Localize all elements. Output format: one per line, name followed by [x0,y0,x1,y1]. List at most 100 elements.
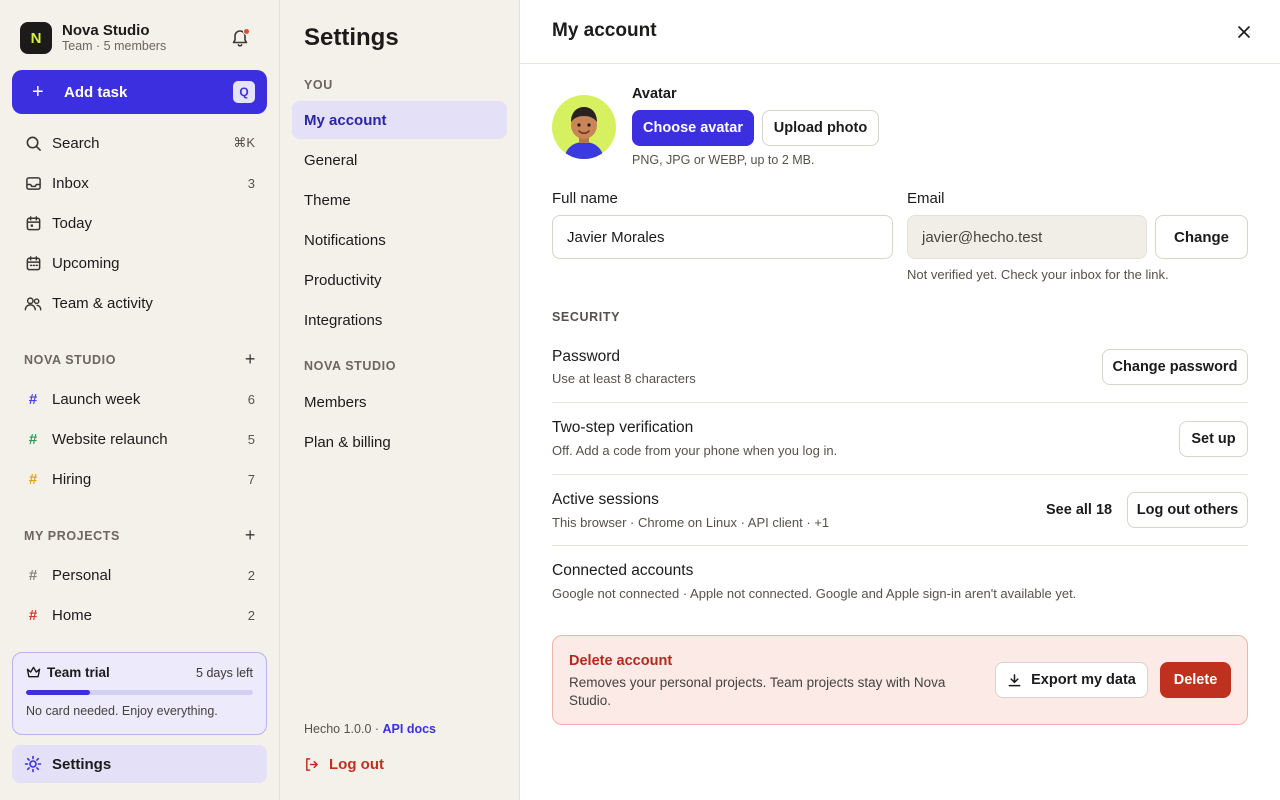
active-sessions-title: Active sessions [552,491,659,508]
add-task-button[interactable]: + Add task Q [12,70,267,114]
settings-gear-icon [24,755,42,773]
add-task-label: Add task [64,83,128,101]
project-label: Website relaunch [52,430,168,448]
add-task-shortcut: Q [233,81,255,103]
settings-item-integrations[interactable]: Integrations [292,301,507,339]
inbox-icon [24,174,42,192]
log-out-others-button[interactable]: Log out others [1127,492,1248,528]
sidebar: N Nova Studio Team · 5 members + Add tas… [0,0,280,800]
team-trial-card[interactable]: Team trial 5 days left No card needed. E… [12,652,267,735]
team-projects-header: NOVA STUDIO + [24,349,256,370]
project-label: Launch week [52,390,141,408]
settings-item-general[interactable]: General [292,141,507,179]
settings-section-you: YOU [304,78,333,92]
nav-item-label: Upcoming [52,254,120,272]
hash-icon: # [28,606,38,624]
nav-item-label: Search [52,134,100,152]
page-title: My account [552,20,657,41]
workspace-subtitle: Team · 5 members [62,39,167,53]
connected-accounts-description: Google not connected · Apple not connect… [552,586,1077,601]
email-hint: Not verified yet. Check your inbox for t… [907,267,1169,282]
sidebar-item-label: Settings [52,755,112,773]
divider [552,474,1248,475]
settings-item-productivity[interactable]: Productivity [292,261,507,299]
settings-item-members[interactable]: Members [292,383,507,421]
project-count: 6 [247,391,255,407]
export-data-label: Export my data [1031,672,1136,688]
settings-nav-panel: Settings YOU My account General Theme No… [280,0,520,800]
team-icon [24,294,42,312]
upload-photo-button[interactable]: Upload photo [762,110,879,146]
panel-header: My account [520,0,1280,64]
change-email-button[interactable]: Change [1155,215,1248,259]
nav-item-today[interactable]: Today [12,205,267,241]
project-label: Hiring [52,470,92,488]
calendar-today-icon [24,214,42,232]
two-step-title: Two-step verification [552,419,694,436]
nav-item-count: 3 [247,175,255,191]
settings-item-notifications[interactable]: Notifications [292,221,507,259]
project-count: 2 [247,567,255,583]
nav-item-label: Team & activity [52,294,153,312]
section-title: MY PROJECTS [24,528,120,543]
nav-item-team-activity[interactable]: Team & activity [12,285,267,321]
workspace-name: Nova Studio [62,22,150,39]
see-all-sessions-button[interactable]: See all 18 [1046,502,1112,518]
nav-item-upcoming[interactable]: Upcoming [12,245,267,281]
logout-button[interactable]: Log out [304,756,384,773]
project-item-website-relaunch[interactable]: # Website relaunch 5 [12,421,267,457]
export-data-button[interactable]: Export my data [995,662,1148,698]
add-my-project-plus-icon[interactable]: + [245,525,256,546]
nav-item-search[interactable]: Search ⌘K [12,125,267,161]
project-count: 5 [247,431,255,447]
email-label: Email [907,190,945,207]
two-step-setup-button[interactable]: Set up [1179,421,1248,457]
settings-item-my-account[interactable]: My account [292,101,507,139]
hash-icon: # [28,566,38,584]
trial-progress-bar [26,690,253,695]
delete-account-button[interactable]: Delete [1160,662,1231,698]
avatar-hint: PNG, JPG or WEBP, up to 2 MB. [632,153,815,167]
logout-label: Log out [329,756,384,773]
delete-account-card: Delete account Removes your personal pro… [552,635,1248,725]
settings-item-plan-billing[interactable]: Plan & billing [292,423,507,461]
nav-item-label: Inbox [52,174,89,192]
hash-icon: # [28,390,38,408]
trial-days-left: 5 days left [196,665,253,680]
avatar[interactable] [552,95,616,159]
app-version: Hecho 1.0.0 · API docs [304,722,436,736]
choose-avatar-button[interactable]: Choose avatar [632,110,754,146]
delete-account-description: Removes your personal projects. Team pro… [569,675,946,708]
project-item-home[interactable]: # Home 2 [12,597,267,633]
email-field: javier@hecho.test [907,215,1147,259]
add-team-project-plus-icon[interactable]: + [245,349,256,370]
divider [552,545,1248,546]
change-password-button[interactable]: Change password [1102,349,1248,385]
my-projects-header: MY PROJECTS + [24,525,256,546]
notification-dot [243,28,250,35]
project-label: Personal [52,566,112,584]
version-text: Hecho 1.0.0 · [304,722,383,736]
workspace-switcher[interactable]: N Nova Studio Team · 5 members [20,22,166,54]
workspace-logo: N [20,22,52,54]
close-icon[interactable] [1234,22,1254,42]
sidebar-item-settings[interactable]: Settings [12,745,267,783]
hash-icon: # [28,470,38,488]
divider [552,402,1248,403]
security-section-label: SECURITY [552,310,621,324]
settings-item-theme[interactable]: Theme [292,181,507,219]
connected-accounts-title: Connected accounts [552,562,694,579]
plus-icon: + [32,81,44,103]
project-item-personal[interactable]: # Personal 2 [12,557,267,593]
full-name-field[interactable]: Javier Morales [552,215,893,259]
password-title: Password [552,348,621,365]
notifications-bell-icon[interactable] [230,28,250,48]
project-count: 7 [247,471,255,487]
nav-item-inbox[interactable]: Inbox 3 [12,165,267,201]
api-docs-link[interactable]: API docs [383,722,437,736]
full-name-label: Full name [552,190,618,207]
download-icon [1007,673,1022,688]
project-item-hiring[interactable]: # Hiring 7 [12,461,267,497]
project-item-launch-week[interactable]: # Launch week 6 [12,381,267,417]
nav-item-shortcut: ⌘K [233,135,255,150]
